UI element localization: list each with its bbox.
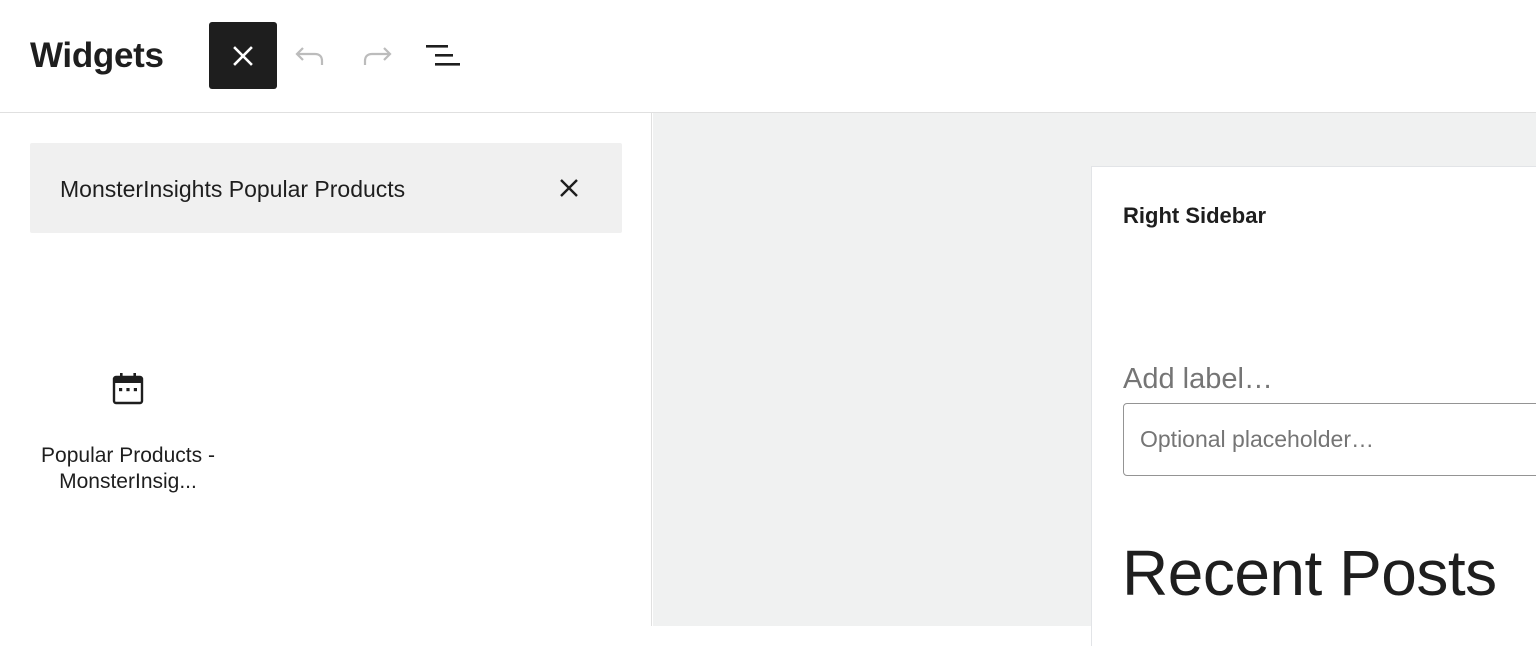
- redo-icon: [363, 47, 392, 65]
- block-result-label: Popular Products - MonsterInsig...: [41, 444, 215, 493]
- search-block-input[interactable]: [1123, 403, 1536, 476]
- block-search-value[interactable]: MonsterInsights Popular Products: [60, 175, 405, 203]
- list-view-button[interactable]: [423, 36, 463, 76]
- editor-header: Widgets: [0, 0, 1536, 113]
- search-block-label[interactable]: Add label…: [1123, 362, 1273, 396]
- undo-icon: [295, 47, 324, 65]
- editor-canvas: Right Sidebar Add label… Recent Posts: [653, 113, 1536, 646]
- widget-area-right-sidebar[interactable]: Right Sidebar Add label… Recent Posts: [1091, 166, 1536, 646]
- list-view-icon: [426, 45, 460, 66]
- block-inserter-panel: MonsterInsights Popular Products Popular…: [0, 113, 652, 626]
- recent-posts-heading[interactable]: Recent Posts: [1122, 535, 1497, 611]
- clear-search-button[interactable]: [556, 175, 582, 201]
- close-inserter-button[interactable]: [209, 22, 277, 89]
- close-icon: [560, 179, 578, 197]
- redo-button[interactable]: [357, 36, 397, 76]
- block-result-popular-products[interactable]: Popular Products - MonsterInsig...: [38, 363, 218, 533]
- undo-button[interactable]: [290, 36, 330, 76]
- calendar-icon: [110, 371, 146, 407]
- close-icon: [233, 45, 253, 66]
- widget-area-title[interactable]: Right Sidebar: [1123, 202, 1266, 230]
- block-search-field[interactable]: MonsterInsights Popular Products: [30, 143, 622, 233]
- page-title: Widgets: [30, 36, 164, 75]
